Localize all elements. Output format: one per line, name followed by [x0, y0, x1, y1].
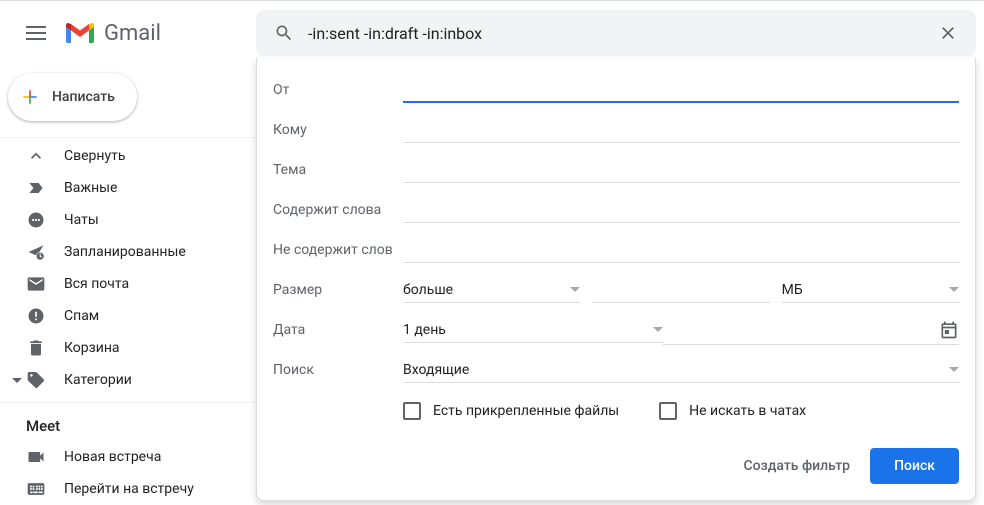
chevron-down-icon: [949, 287, 959, 292]
sidebar-item-label: Важные: [64, 180, 117, 196]
sidebar-item-label: Вся почта: [64, 276, 129, 292]
not-words-label: Не содержит слов: [273, 242, 403, 258]
sidebar-item-scheduled[interactable]: Запланированные: [0, 236, 256, 268]
size-operator-select[interactable]: больше: [403, 278, 580, 303]
sidebar-item-trash[interactable]: Корзина: [0, 332, 256, 364]
size-unit-select[interactable]: МБ: [782, 278, 959, 303]
caret-down-icon: [8, 378, 26, 383]
has-attachment-checkbox[interactable]: Есть прикрепленные файлы: [403, 402, 619, 420]
sidebar-item-chats[interactable]: Чаты: [0, 204, 256, 236]
create-filter-button[interactable]: Создать фильтр: [743, 458, 850, 474]
sidebar-item-label: Свернуть: [64, 148, 125, 164]
meet-item-label: Новая встреча: [64, 449, 161, 465]
checkbox-icon: [659, 402, 677, 420]
chevron-down-icon: [570, 287, 580, 292]
hamburger-icon: [26, 26, 46, 40]
gmail-logo[interactable]: Gmail: [64, 21, 256, 46]
close-icon: [938, 23, 958, 43]
not-words-input[interactable]: [403, 238, 959, 263]
search-input[interactable]: [304, 24, 928, 43]
exclude-chats-checkbox[interactable]: Не искать в чатах: [659, 402, 806, 420]
subject-input[interactable]: [403, 158, 959, 183]
spam-icon: [26, 306, 46, 326]
sidebar-item-label: Корзина: [64, 340, 120, 356]
sidebar-item-label: Спам: [64, 308, 99, 324]
meet-item-videocam[interactable]: Новая встреча: [0, 441, 256, 473]
checkbox-icon: [403, 402, 421, 420]
all-mail-icon: [26, 274, 46, 294]
scheduled-icon: [26, 242, 46, 262]
date-label: Дата: [273, 322, 403, 338]
compose-label: Написать: [52, 89, 115, 105]
videocam-icon: [26, 447, 46, 467]
keyboard-icon: [26, 479, 46, 499]
date-picker[interactable]: [663, 316, 959, 345]
clear-search-button[interactable]: [928, 13, 968, 53]
categories-icon: [26, 370, 46, 390]
important-icon: [26, 178, 46, 198]
sidebar-item-spam[interactable]: Спам: [0, 300, 256, 332]
size-value-input[interactable]: [592, 278, 769, 303]
to-input[interactable]: [403, 118, 959, 143]
calendar-icon: [939, 320, 959, 340]
subject-label: Тема: [273, 162, 403, 178]
sidebar-item-all-mail[interactable]: Вся почта: [0, 268, 256, 300]
chats-icon: [26, 210, 46, 230]
search-in-select[interactable]: Входящие: [403, 358, 959, 383]
has-words-label: Содержит слова: [273, 202, 403, 218]
search-icon: [274, 23, 294, 43]
from-input[interactable]: [403, 77, 959, 103]
chevron-down-icon: [653, 327, 663, 332]
plus-icon: [20, 87, 40, 107]
size-label: Размер: [273, 282, 403, 298]
chevron-up-icon: [26, 146, 46, 166]
meet-header: Meet: [0, 403, 256, 441]
sidebar-item-label: Чаты: [64, 212, 99, 228]
main-menu-button[interactable]: [12, 9, 60, 57]
trash-icon: [26, 338, 46, 358]
meet-item-label: Перейти на встречу: [64, 481, 194, 497]
compose-button[interactable]: Написать: [8, 73, 137, 121]
search-bar: [256, 10, 976, 56]
chevron-down-icon: [949, 367, 959, 372]
gmail-logo-icon: [64, 21, 96, 45]
search-submit-button[interactable]: Поиск: [870, 448, 959, 484]
search-button[interactable]: [264, 13, 304, 53]
to-label: Кому: [273, 122, 403, 138]
sidebar-item-label: Запланированные: [64, 244, 186, 260]
sidebar-item-categories[interactable]: Категории: [0, 364, 256, 396]
has-words-input[interactable]: [403, 198, 959, 223]
date-within-select[interactable]: 1 день: [403, 318, 663, 343]
search-in-label: Поиск: [273, 362, 403, 378]
advanced-search-panel: От Кому Тема Содержит слова Не содержит …: [256, 58, 976, 501]
sidebar-item-chevron-up[interactable]: Свернуть: [0, 140, 256, 172]
sidebar-item-label: Категории: [64, 372, 132, 388]
meet-item-keyboard[interactable]: Перейти на встречу: [0, 473, 256, 505]
from-label: От: [273, 82, 403, 98]
sidebar: Написать Свернуть Важные Чаты Запланированн…: [0, 65, 256, 501]
gmail-logo-text: Gmail: [104, 21, 161, 46]
sidebar-item-important[interactable]: Важные: [0, 172, 256, 204]
